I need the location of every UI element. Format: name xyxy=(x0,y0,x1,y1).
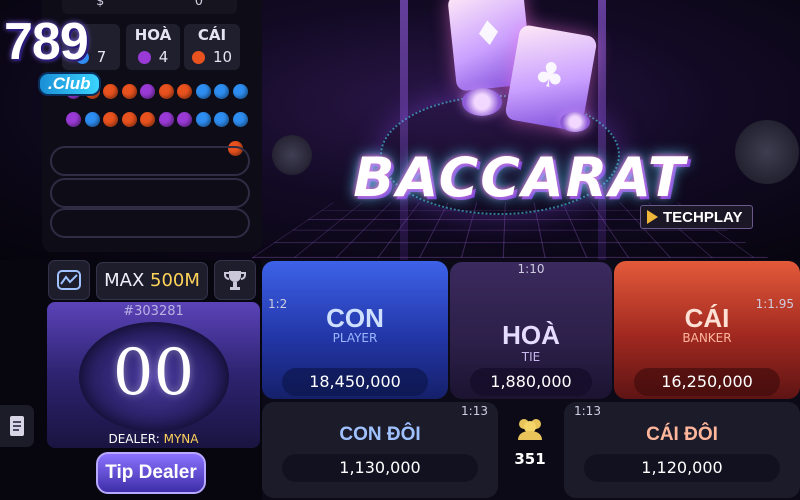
dealer-name: MYNA xyxy=(163,432,199,446)
poker-chip-art xyxy=(560,112,590,132)
leaderboard-button[interactable] xyxy=(214,260,256,300)
player-pair-ratio: 1:13 xyxy=(461,404,488,418)
brand-number: 789 xyxy=(4,13,89,71)
scroll-document-icon xyxy=(10,416,24,436)
bead xyxy=(195,84,211,99)
tie-counter: HOÀ 4 xyxy=(126,24,180,70)
club-suit-icon: ♣ xyxy=(531,53,569,99)
bet-tie[interactable]: 1:10 HOÀ TIE 1,880,000 xyxy=(450,262,612,399)
tie-counter-label: HOÀ xyxy=(134,26,172,44)
banker-pair-title: CÁI ĐÔI xyxy=(646,424,718,445)
baccarat-logo: BACCARAT xyxy=(353,146,687,209)
bead xyxy=(103,112,118,127)
tie-dot-icon xyxy=(137,50,151,64)
bead-road-row xyxy=(66,112,256,128)
timer-panel: #303281 00 DEALER: MYNA xyxy=(47,302,260,448)
diamond-suit-icon: ♦ xyxy=(471,12,506,56)
stats-chart-button[interactable] xyxy=(48,260,90,300)
road-track xyxy=(50,208,250,238)
player-pair-title: CON ĐÔI xyxy=(339,424,421,445)
bet-banker-pair[interactable]: 1:13 CÁI ĐÔI 1,120,000 xyxy=(564,402,800,498)
banker-pair-ratio: 1:13 xyxy=(574,404,601,418)
players-icon xyxy=(518,419,542,440)
tie-pot: 1,880,000 xyxy=(470,368,592,396)
bead xyxy=(214,112,229,127)
bead-road-row xyxy=(228,141,418,157)
players-count: 351 xyxy=(514,450,546,468)
bead xyxy=(232,112,248,127)
bead xyxy=(66,112,81,127)
banker-subtitle: BANKER xyxy=(682,331,732,345)
provider-badge: TECHPLAY xyxy=(640,205,754,229)
bet-player-pair[interactable]: 1:13 CON ĐÔI 1,130,000 xyxy=(262,402,498,498)
max-label: MAX xyxy=(104,270,145,291)
tie-subtitle: TIE xyxy=(521,350,541,364)
trophy-icon xyxy=(224,271,246,290)
max-bet-display: MAX 500M xyxy=(96,262,208,300)
bead xyxy=(84,112,100,127)
provider-label: TECHPLAY xyxy=(663,208,743,226)
header-value: 0 xyxy=(194,0,203,9)
bead xyxy=(232,84,248,99)
banker-dot-icon xyxy=(191,50,205,64)
player-pot: 18,450,000 xyxy=(282,368,428,396)
banker-counter: CÁI 10 xyxy=(184,24,240,70)
banker-pot: 16,250,000 xyxy=(634,368,780,396)
player-subtitle: PLAYER xyxy=(332,331,378,345)
countdown-timer: 00 xyxy=(112,336,195,410)
player-pair-pot: 1,130,000 xyxy=(282,454,478,482)
bead xyxy=(140,84,155,99)
poker-chip-art xyxy=(462,88,502,116)
bead xyxy=(121,112,137,127)
brand-club: .Club xyxy=(38,72,101,96)
banker-title: CÁI xyxy=(684,303,730,333)
trend-chart-icon xyxy=(57,270,81,290)
bead xyxy=(177,84,192,99)
bead xyxy=(158,84,174,99)
dealer-label: DEALER: xyxy=(108,432,160,446)
dealer-info: DEALER: MYNA xyxy=(47,432,260,446)
bead xyxy=(140,112,155,127)
road-track xyxy=(50,146,250,176)
bead xyxy=(214,84,229,99)
players-online: 351 xyxy=(500,410,560,470)
round-id: #303281 xyxy=(123,304,184,319)
tie-title: HOÀ xyxy=(502,320,560,350)
decor-chip xyxy=(735,120,799,184)
tip-dealer-button[interactable]: Tip Dealer xyxy=(96,452,206,494)
bead xyxy=(158,112,174,127)
bet-banker[interactable]: 1:1.95 CÁI BANKER 16,250,000 xyxy=(614,261,800,399)
bead xyxy=(195,112,211,127)
player-title: CON xyxy=(326,303,384,333)
tie-ratio: 1:10 xyxy=(517,262,545,276)
max-value: 500M xyxy=(150,270,200,291)
play-icon xyxy=(647,210,658,224)
banker-counter-label: CÁI xyxy=(197,26,227,44)
bead xyxy=(177,112,192,127)
brand-logo: 789 .Club xyxy=(4,12,124,102)
banker-pair-pot: 1,120,000 xyxy=(584,454,780,482)
history-button[interactable] xyxy=(0,405,34,447)
bet-player[interactable]: 1:2 CON PLAYER 18,450,000 xyxy=(262,261,448,399)
tie-count: 4 xyxy=(158,48,169,66)
road-track xyxy=(50,178,250,208)
banker-count: 10 xyxy=(212,48,233,66)
